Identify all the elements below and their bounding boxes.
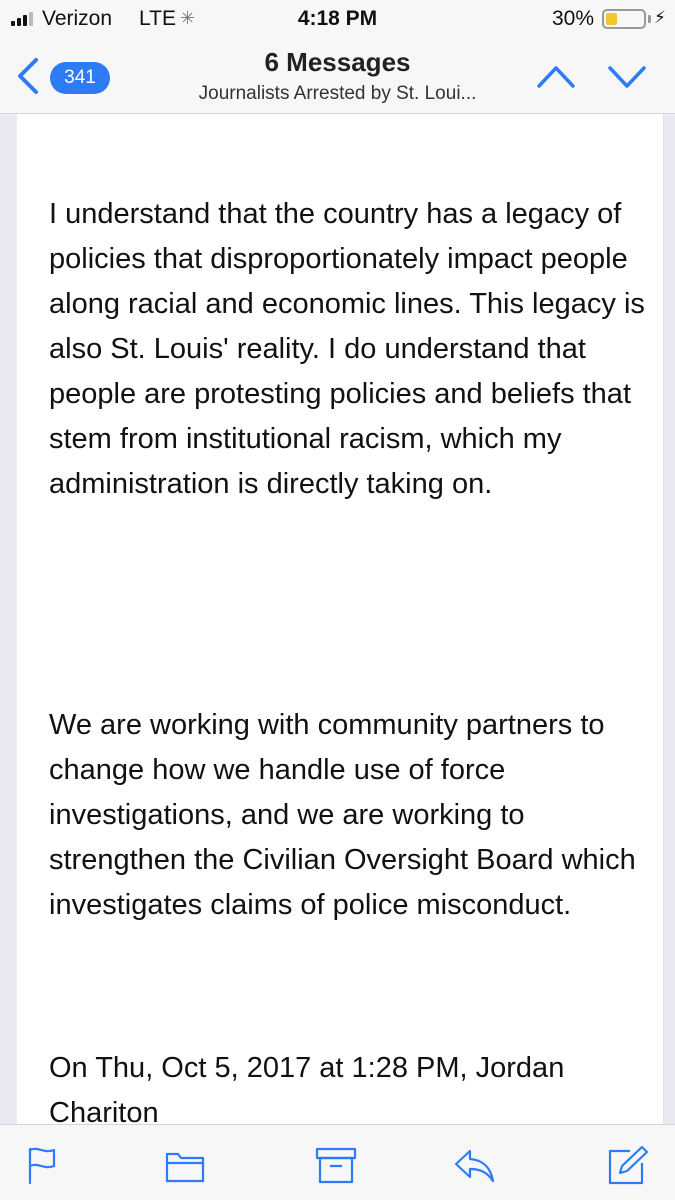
battery-percent: 30% xyxy=(552,7,595,30)
reply-icon[interactable] xyxy=(452,1145,496,1185)
quoted-message-header: On Thu, Oct 5, 2017 at 1:28 PM, Jordan C… xyxy=(49,1052,565,1124)
message-paragraph: We are working with community partners t… xyxy=(49,709,636,921)
flag-icon[interactable] xyxy=(24,1145,68,1185)
message-body[interactable]: I understand that the country has a lega… xyxy=(16,114,664,1124)
battery-tip xyxy=(648,15,651,23)
navigation-bar: 341 6 Messages Journalists Arrested by S… xyxy=(0,38,675,114)
chevron-down-icon[interactable] xyxy=(607,62,647,92)
status-bar: Verizon LTE ✳ 4:18 PM 30% ⚡ xyxy=(0,0,675,38)
chevron-up-icon[interactable] xyxy=(536,62,576,92)
battery-icon xyxy=(602,9,646,29)
folder-icon[interactable] xyxy=(163,1145,207,1185)
message-paragraph: I understand that the country has a lega… xyxy=(49,198,645,500)
compose-icon[interactable] xyxy=(606,1145,650,1185)
bottom-toolbar xyxy=(0,1124,675,1200)
charging-bolt-icon: ⚡ xyxy=(654,8,666,27)
archive-icon[interactable] xyxy=(314,1145,358,1185)
